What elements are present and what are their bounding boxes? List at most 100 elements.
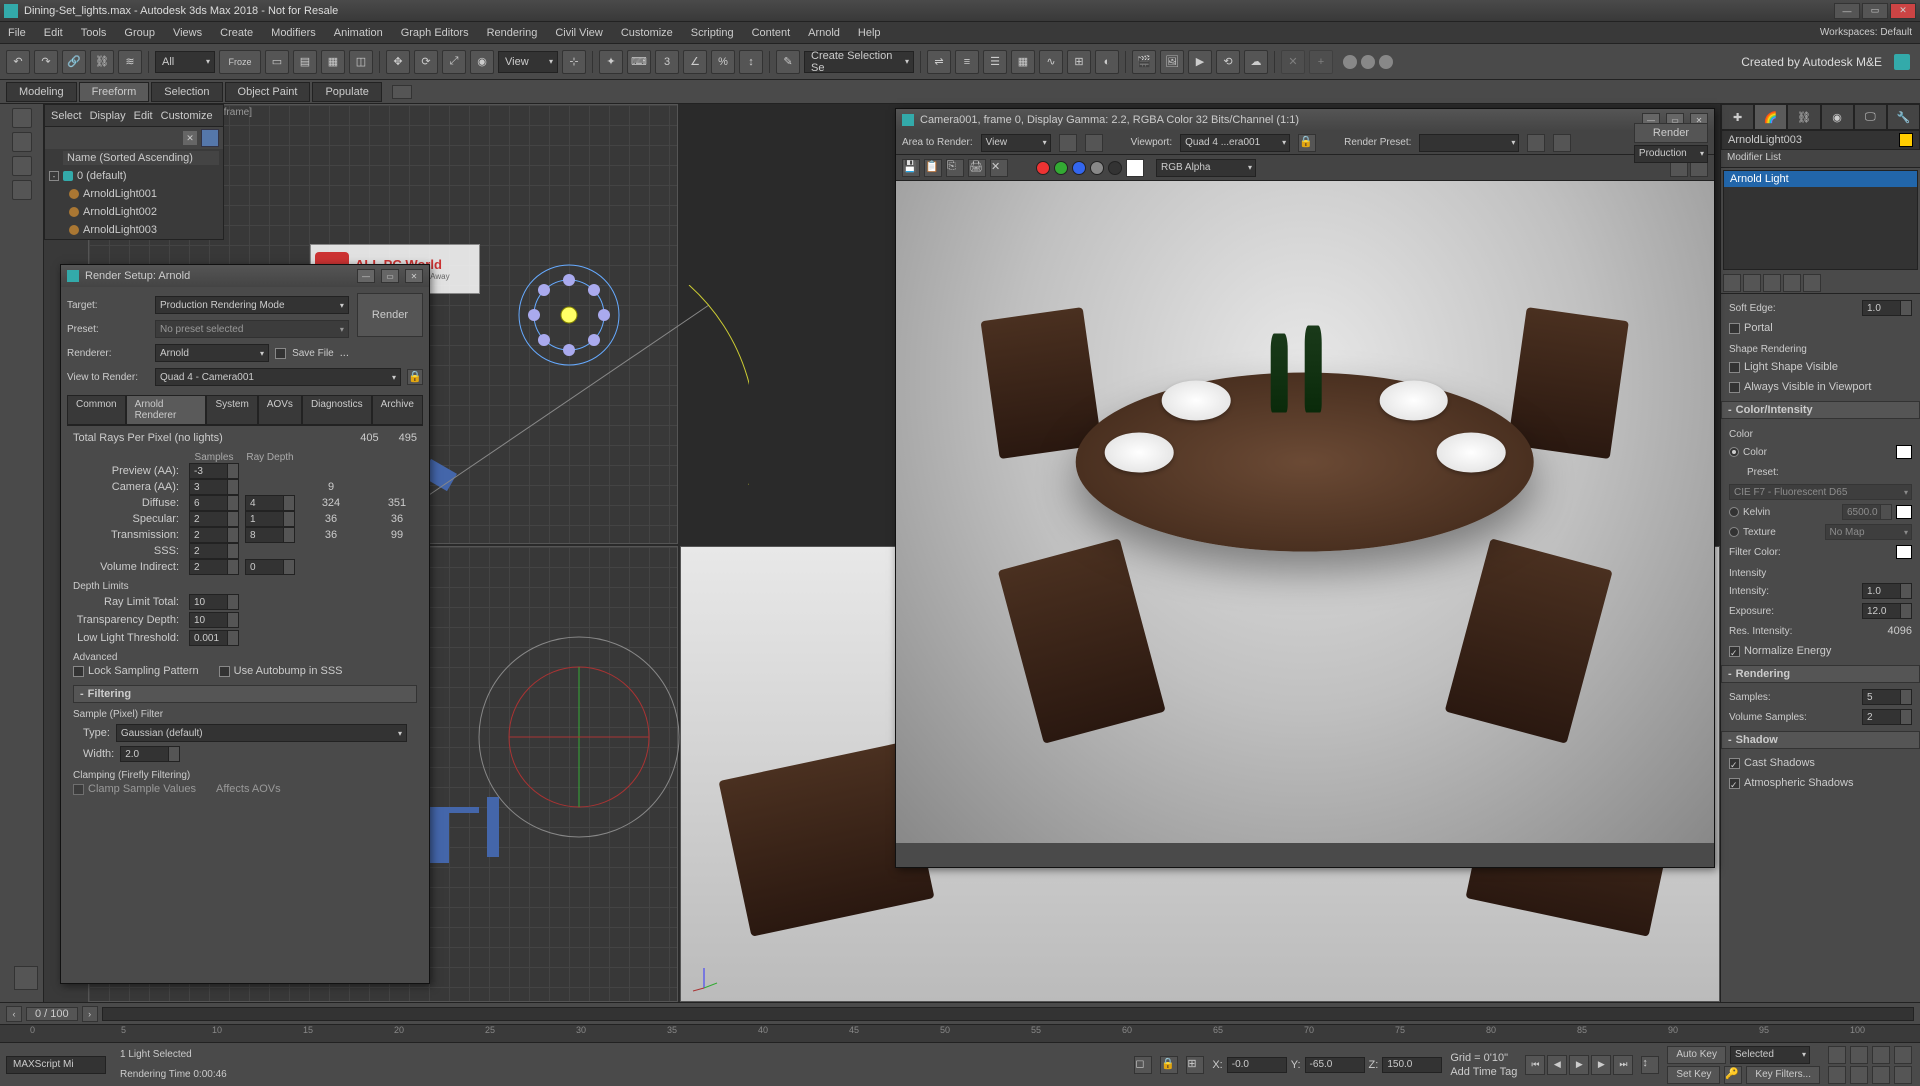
object-name-input[interactable]: [1728, 134, 1899, 146]
time-ruler[interactable]: 0510152025303540455055606570758085909510…: [0, 1024, 1920, 1042]
se-close-icon[interactable]: ✕: [183, 131, 197, 145]
layers-icon[interactable]: ☰: [983, 50, 1007, 74]
fov-icon[interactable]: [1894, 1046, 1912, 1064]
shadow-rollout[interactable]: -Shadow: [1721, 731, 1920, 749]
savefile-check[interactable]: [275, 348, 286, 359]
schematic-icon[interactable]: ⊞: [1067, 50, 1091, 74]
channel-dropdown[interactable]: RGB Alpha: [1156, 159, 1256, 177]
rs-tab-aovs[interactable]: AOVs: [258, 395, 302, 425]
red-channel-icon[interactable]: [1036, 161, 1050, 175]
renderer-dropdown[interactable]: Arnold: [155, 344, 269, 362]
lock-sampling-check[interactable]: [73, 666, 84, 677]
filtering-rollout[interactable]: -Filtering: [73, 685, 417, 703]
unlink-icon[interactable]: ⛓: [90, 50, 114, 74]
vol-samples-spinner[interactable]: 2: [1862, 709, 1912, 725]
save-image-icon[interactable]: 💾: [902, 159, 920, 177]
depth-spinner-6[interactable]: 0: [245, 559, 295, 575]
rendering-rollout[interactable]: -Rendering: [1721, 665, 1920, 683]
ts-next-icon[interactable]: ›: [82, 1006, 98, 1022]
viewport-dropdown[interactable]: Quad 4 ...era001: [1180, 134, 1290, 152]
menu-file[interactable]: File: [8, 27, 26, 39]
green-channel-icon[interactable]: [1054, 161, 1068, 175]
texture-radio[interactable]: [1729, 527, 1739, 537]
zoom-icon[interactable]: [1850, 1046, 1868, 1064]
mono-channel-icon[interactable]: [1108, 161, 1122, 175]
ribbon-objectpaint[interactable]: Object Paint: [225, 82, 311, 102]
restore-button[interactable]: ▭: [1862, 3, 1888, 19]
make-unique-icon[interactable]: [1763, 274, 1781, 292]
link-icon[interactable]: 🔗: [62, 50, 86, 74]
menu-help[interactable]: Help: [858, 27, 881, 39]
window-crossing-icon[interactable]: ◫: [349, 50, 373, 74]
ribbon-freeform[interactable]: Freeform: [79, 82, 150, 102]
menu-civilview[interactable]: Civil View: [555, 27, 602, 39]
lock-sel-icon[interactable]: 🔒: [1160, 1056, 1178, 1074]
move-icon[interactable]: ✥: [386, 50, 410, 74]
always-visible-check[interactable]: [1729, 382, 1740, 393]
modifier-list-label[interactable]: Modifier List: [1721, 150, 1920, 168]
filter-type-dropdown[interactable]: Gaussian (default): [116, 724, 407, 742]
se-display[interactable]: Display: [90, 110, 126, 122]
maximize-vp-icon[interactable]: [1894, 1066, 1912, 1084]
modifier-item[interactable]: Arnold Light: [1724, 171, 1917, 187]
render-frame-icon[interactable]: 🖼: [1160, 50, 1184, 74]
sample-spinner-2[interactable]: 6: [189, 495, 239, 511]
autokey-button[interactable]: Auto Key: [1667, 1046, 1726, 1064]
zoom-ext-icon[interactable]: [1828, 1066, 1846, 1084]
object-color-swatch[interactable]: [1899, 133, 1913, 147]
mirror-icon[interactable]: ⇌: [927, 50, 951, 74]
sample-spinner-5[interactable]: 2: [189, 543, 239, 559]
soft-edge-spinner[interactable]: 1.0: [1862, 300, 1912, 316]
workspace-label[interactable]: Workspaces: Default: [1820, 27, 1912, 38]
keyboard-icon[interactable]: ⌨: [627, 50, 651, 74]
goto-start-icon[interactable]: ⏮: [1525, 1055, 1545, 1075]
select-region-icon[interactable]: ▦: [321, 50, 345, 74]
rs-max-icon[interactable]: ▭: [381, 269, 399, 283]
modifier-stack[interactable]: Arnold Light: [1723, 170, 1918, 270]
zoom-all-icon[interactable]: [1872, 1046, 1890, 1064]
cmd-modify-icon[interactable]: 🌈: [1754, 104, 1787, 130]
ribbon-selection[interactable]: Selection: [151, 82, 222, 102]
ribbon-populate[interactable]: Populate: [312, 82, 381, 102]
orbit-icon[interactable]: [1872, 1066, 1890, 1084]
key-mode-icon[interactable]: ↕: [1641, 1056, 1659, 1074]
fx-icon[interactable]: [1553, 134, 1571, 152]
x-coord-input[interactable]: -0.0: [1227, 1057, 1287, 1073]
low-light-spinner[interactable]: 0.001: [189, 630, 239, 646]
sample-spinner-1[interactable]: 3: [189, 479, 239, 495]
se-root[interactable]: - 0 (default): [45, 167, 223, 185]
cmd-create-icon[interactable]: ✚: [1721, 104, 1754, 130]
play-icon[interactable]: ▶: [1569, 1055, 1589, 1075]
view-dropdown[interactable]: Quad 4 - Camera001: [155, 368, 401, 386]
bind-icon[interactable]: ≋: [118, 50, 142, 74]
setkey-button[interactable]: Set Key: [1667, 1066, 1720, 1084]
se-select[interactable]: Select: [51, 110, 82, 122]
add-time-tag[interactable]: Add Time Tag: [1450, 1066, 1517, 1078]
menu-scripting[interactable]: Scripting: [691, 27, 734, 39]
material-editor-icon[interactable]: ◐: [1095, 50, 1119, 74]
pan-icon[interactable]: [1828, 1046, 1846, 1064]
rs-close-icon[interactable]: ✕: [405, 269, 423, 283]
keyfilters-button[interactable]: Key Filters...: [1746, 1066, 1820, 1084]
cmd-utilities-icon[interactable]: 🔧: [1887, 104, 1920, 130]
pin-stack-icon[interactable]: [1723, 274, 1741, 292]
timeline-track[interactable]: [102, 1007, 1914, 1021]
snap-3d-icon[interactable]: 3: [655, 50, 679, 74]
key-selected-dropdown[interactable]: Selected: [1730, 1046, 1810, 1064]
rs-min-icon[interactable]: —: [357, 269, 375, 283]
toggle-ribbon-icon[interactable]: ▦: [1011, 50, 1035, 74]
area-dropdown[interactable]: View: [981, 134, 1051, 152]
framebuffer-titlebar[interactable]: Camera001, frame 0, Display Gamma: 2.2, …: [896, 109, 1714, 131]
configure-icon[interactable]: [1803, 274, 1821, 292]
goto-end-icon[interactable]: ⏭: [1613, 1055, 1633, 1075]
ts-prev-icon[interactable]: ‹: [6, 1006, 22, 1022]
curve-editor-icon[interactable]: ∿: [1039, 50, 1063, 74]
menu-grapheditors[interactable]: Graph Editors: [401, 27, 469, 39]
alpha-channel-icon[interactable]: [1090, 161, 1104, 175]
show-end-icon[interactable]: [1743, 274, 1761, 292]
y-coord-input[interactable]: -65.0: [1305, 1057, 1365, 1073]
cmd-motion-icon[interactable]: ◉: [1821, 104, 1854, 130]
kelvin-radio[interactable]: [1729, 507, 1739, 517]
rs-tab-common[interactable]: Common: [67, 395, 126, 425]
intensity-spinner[interactable]: 1.0: [1862, 583, 1912, 599]
